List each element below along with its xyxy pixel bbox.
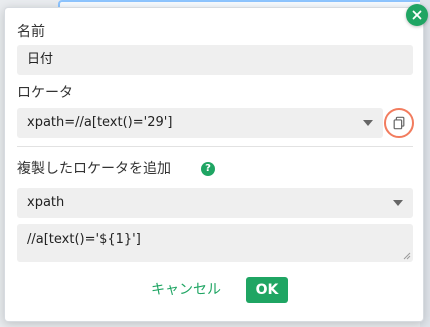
locator-label: ロケータ (17, 85, 73, 101)
locator-select[interactable]: xpath=//a[text()='29'] (17, 108, 383, 138)
locator-type-select[interactable]: xpath (17, 188, 413, 218)
close-button[interactable] (406, 4, 428, 26)
locator-select-value: xpath=//a[text()='29'] (27, 115, 173, 130)
cancel-button[interactable]: キャンセル (151, 278, 221, 302)
add-locator-dialog: 名前 日付 ロケータ xpath=//a[text()='29'] 複製したロケ… (4, 7, 424, 322)
locator-expression-field[interactable]: //a[text()='${1}'] (17, 224, 413, 262)
section-divider (17, 146, 413, 147)
duplicate-locator-label: 複製したロケータを追加 (17, 161, 171, 177)
locator-type-value: xpath (27, 195, 65, 210)
chevron-down-icon (393, 200, 403, 206)
name-label: 名前 (17, 24, 45, 40)
copy-locator-button[interactable] (384, 108, 414, 138)
close-icon (412, 10, 422, 20)
help-icon[interactable]: ? (201, 162, 215, 176)
name-field[interactable]: 日付 (17, 45, 413, 75)
copy-icon (393, 116, 405, 130)
ok-button[interactable]: OK (246, 277, 288, 303)
chevron-down-icon (363, 120, 373, 126)
